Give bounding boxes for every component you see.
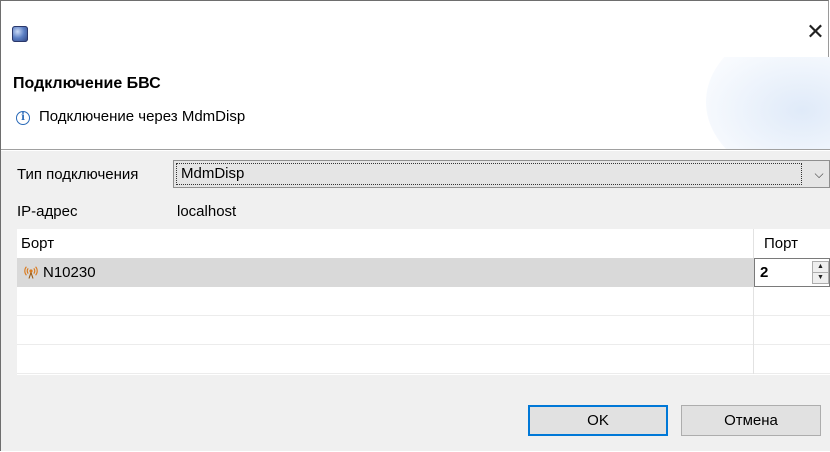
connection-type-select[interactable]: MdmDisp ⌵ <box>173 160 830 188</box>
ip-address-value[interactable]: localhost <box>177 203 236 220</box>
port-stepper-buttons[interactable]: ▲ ▼ <box>812 261 829 284</box>
chevron-down-icon[interactable]: ⌵ <box>811 165 827 183</box>
spin-up-icon[interactable]: ▲ <box>813 262 828 273</box>
title-bar: ✕ <box>1 1 830 57</box>
connection-type-label: Тип подключения <box>17 166 139 183</box>
antenna-icon <box>24 266 38 279</box>
table-row-empty <box>17 287 830 316</box>
column-header-board[interactable]: Борт <box>17 229 753 258</box>
connection-form: Тип подключения MdmDisp ⌵ IP-адрес local… <box>1 151 830 451</box>
dialog-window: ✕ Подключение БВС i Подключение через Md… <box>0 0 830 451</box>
connection-type-value: MdmDisp <box>176 163 802 185</box>
spin-down-icon[interactable]: ▼ <box>813 273 828 283</box>
info-icon: i <box>16 111 30 125</box>
banner-decoration <box>706 57 830 149</box>
dialog-banner: Подключение БВС i Подключение через MdmD… <box>1 57 830 149</box>
cancel-button[interactable]: Отмена <box>681 405 821 436</box>
ok-button[interactable]: OK <box>528 405 668 436</box>
port-value[interactable]: 2 <box>760 259 768 286</box>
table-row[interactable]: N10230 2 ▲ ▼ <box>17 258 830 287</box>
close-button[interactable]: ✕ <box>801 19 830 49</box>
boards-table: Борт Порт N10230 2 ▲ ▼ <box>17 229 830 375</box>
table-row-empty <box>17 345 830 374</box>
board-name: N10230 <box>43 264 96 281</box>
dialog-message: Подключение через MdmDisp <box>39 108 246 125</box>
port-stepper[interactable]: 2 ▲ ▼ <box>754 258 830 287</box>
app-icon <box>12 26 28 42</box>
dialog-title: Подключение БВС <box>13 75 161 92</box>
table-row-empty <box>17 316 830 345</box>
ip-address-label: IP-адрес <box>17 203 78 220</box>
column-header-port[interactable]: Порт <box>753 229 830 258</box>
